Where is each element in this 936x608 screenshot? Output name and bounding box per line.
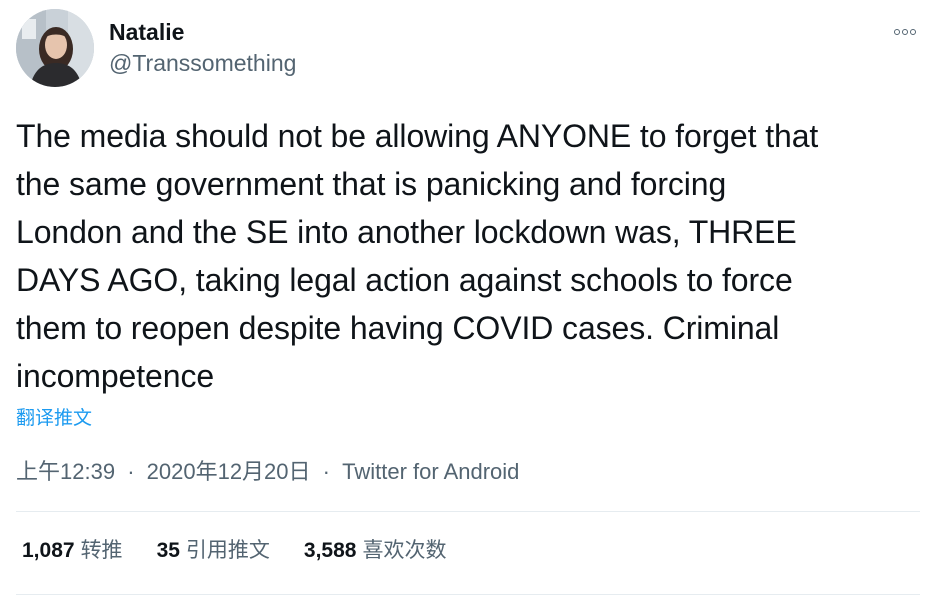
tweet-text-line: The media should not be allowing ANYONE … [16,118,819,154]
tweet-stats: 1,087 转推 35 引用推文 3,588 喜欢次数 [22,536,446,566]
more-dot [894,29,900,35]
tweet-card: Natalie @Transsomething The media should… [0,0,936,608]
avatar[interactable] [16,9,94,87]
tweet-text-line: DAYS AGO, taking legal action against sc… [16,262,793,298]
tweet-text-line: the same government that is panicking an… [16,166,727,202]
tweet-text-line: incompetence [16,358,215,394]
divider [16,594,920,595]
likes-count: 3,588 [303,539,357,562]
retweets-count: 1,087 [22,539,75,562]
more-dot [910,29,916,35]
retweets-stat[interactable]: 1,087 转推 [22,536,123,566]
tweet-meta: 上午12:39 · 2020年12月20日 · Twitter for Andr… [16,457,519,487]
translate-tweet-link[interactable]: 翻译推文 [16,406,92,432]
quotes-stat[interactable]: 35 引用推文 [157,536,270,566]
likes-stat[interactable]: 3,588 喜欢次数 [304,536,447,566]
author-name[interactable]: Natalie [109,18,184,46]
avatar-image [16,9,94,87]
tweet-time[interactable]: 上午12:39 [16,459,115,484]
quotes-count: 35 [156,539,180,562]
likes-label: 喜欢次数 [362,539,447,562]
tweet-text-line: London and the SE into another lockdown … [16,214,797,250]
meta-separator: · [127,459,135,484]
more-horizontal-icon[interactable] [888,22,922,42]
retweets-label: 转推 [80,539,123,562]
more-dot [902,29,908,35]
tweet-source[interactable]: Twitter for Android [342,459,519,484]
tweet-text: The media should not be allowing ANYONE … [16,112,922,400]
quotes-label: 引用推文 [185,539,270,562]
author-handle[interactable]: @Transsomething [109,49,296,77]
divider [16,511,920,512]
tweet-text-line: them to reopen despite having COVID case… [16,310,780,346]
tweet-date[interactable]: 2020年12月20日 [147,459,311,484]
meta-separator: · [322,459,330,484]
